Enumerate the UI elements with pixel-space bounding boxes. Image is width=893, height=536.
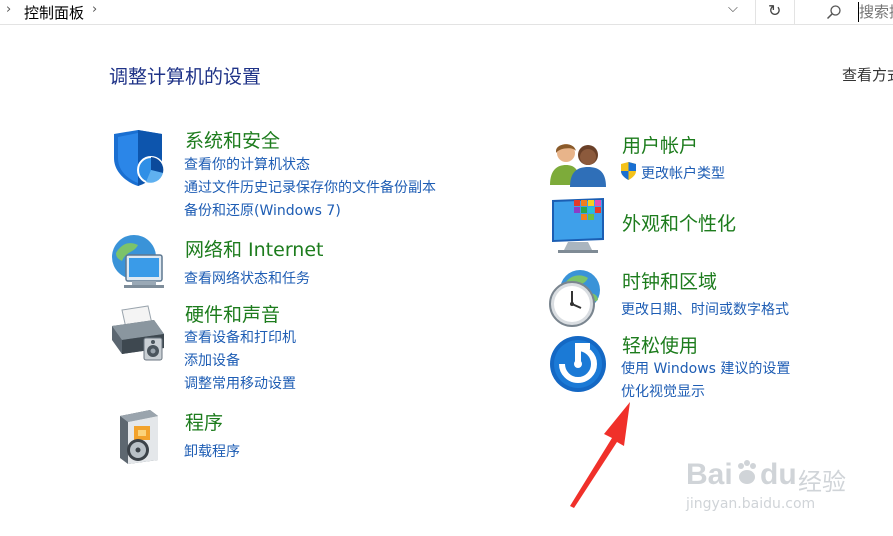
refresh-button[interactable]: ↻ bbox=[756, 0, 795, 24]
link-view-computer-status[interactable]: 查看你的计算机状态 bbox=[184, 154, 310, 174]
users-icon[interactable] bbox=[548, 134, 608, 194]
address-bar: › 控制面板 › ⌵ ↻ bbox=[0, 0, 893, 25]
category-hardware-sound[interactable]: 硬件和声音 bbox=[185, 300, 280, 327]
shield-icon[interactable] bbox=[108, 128, 168, 188]
baidu-jingyan-watermark: Bai du 经验 jingyan.baidu.com bbox=[686, 458, 846, 518]
programs-icon[interactable] bbox=[112, 406, 172, 466]
category-appearance-personalization[interactable]: 外观和个性化 bbox=[622, 209, 736, 236]
chevron-right-icon[interactable]: › bbox=[6, 2, 11, 17]
category-network-internet[interactable]: 网络和 Internet bbox=[185, 235, 323, 262]
uac-shield-icon bbox=[621, 162, 636, 180]
watermark-brand2: du bbox=[760, 458, 797, 491]
link-change-account-type[interactable]: 更改帐户类型 bbox=[641, 163, 725, 183]
watermark-url: jingyan.baidu.com bbox=[686, 496, 816, 512]
ease-of-access-icon[interactable] bbox=[548, 334, 608, 394]
page-title: 调整计算机的设置 bbox=[109, 66, 262, 88]
view-by-label[interactable]: 查看方式 bbox=[842, 64, 893, 85]
clock-globe-icon[interactable] bbox=[546, 268, 606, 328]
search-input[interactable] bbox=[858, 2, 893, 22]
red-arrow-annotation bbox=[570, 402, 630, 508]
link-change-date-time-format[interactable]: 更改日期、时间或数字格式 bbox=[621, 299, 789, 319]
link-mobility-settings[interactable]: 调整常用移动设置 bbox=[184, 373, 296, 393]
category-programs[interactable]: 程序 bbox=[185, 408, 223, 435]
category-system-security[interactable]: 系统和安全 bbox=[185, 126, 280, 153]
link-devices-printers[interactable]: 查看设备和打印机 bbox=[184, 327, 296, 347]
category-clock-region[interactable]: 时钟和区域 bbox=[622, 267, 717, 294]
category-user-accounts[interactable]: 用户帐户 bbox=[622, 131, 698, 158]
search-box[interactable] bbox=[812, 0, 893, 24]
chevron-down-icon[interactable]: ⌵ bbox=[728, 1, 738, 16]
watermark-cn: 经验 bbox=[798, 468, 846, 496]
printer-icon[interactable] bbox=[108, 304, 168, 364]
monitor-icon[interactable] bbox=[548, 196, 608, 256]
category-ease-of-access[interactable]: 轻松使用 bbox=[622, 331, 698, 358]
watermark-brand: Bai bbox=[686, 458, 733, 491]
link-backup-restore[interactable]: 备份和还原(Windows 7) bbox=[184, 200, 341, 220]
link-file-history-backup[interactable]: 通过文件历史记录保存你的文件备份副本 bbox=[184, 177, 436, 197]
network-globe-icon[interactable] bbox=[108, 233, 168, 293]
refresh-icon: ↻ bbox=[768, 1, 782, 20]
link-network-status[interactable]: 查看网络状态和任务 bbox=[184, 268, 310, 288]
link-add-device[interactable]: 添加设备 bbox=[184, 350, 240, 370]
breadcrumb-control-panel[interactable]: 控制面板 bbox=[24, 2, 84, 23]
link-windows-recommended-settings[interactable]: 使用 Windows 建议的设置 bbox=[621, 358, 790, 378]
breadcrumb[interactable]: › 控制面板 › ⌵ bbox=[0, 0, 756, 24]
chevron-right-icon[interactable]: › bbox=[92, 2, 97, 17]
link-uninstall-program[interactable]: 卸载程序 bbox=[184, 441, 240, 461]
search-icon bbox=[826, 5, 841, 20]
paw-icon bbox=[738, 460, 756, 484]
